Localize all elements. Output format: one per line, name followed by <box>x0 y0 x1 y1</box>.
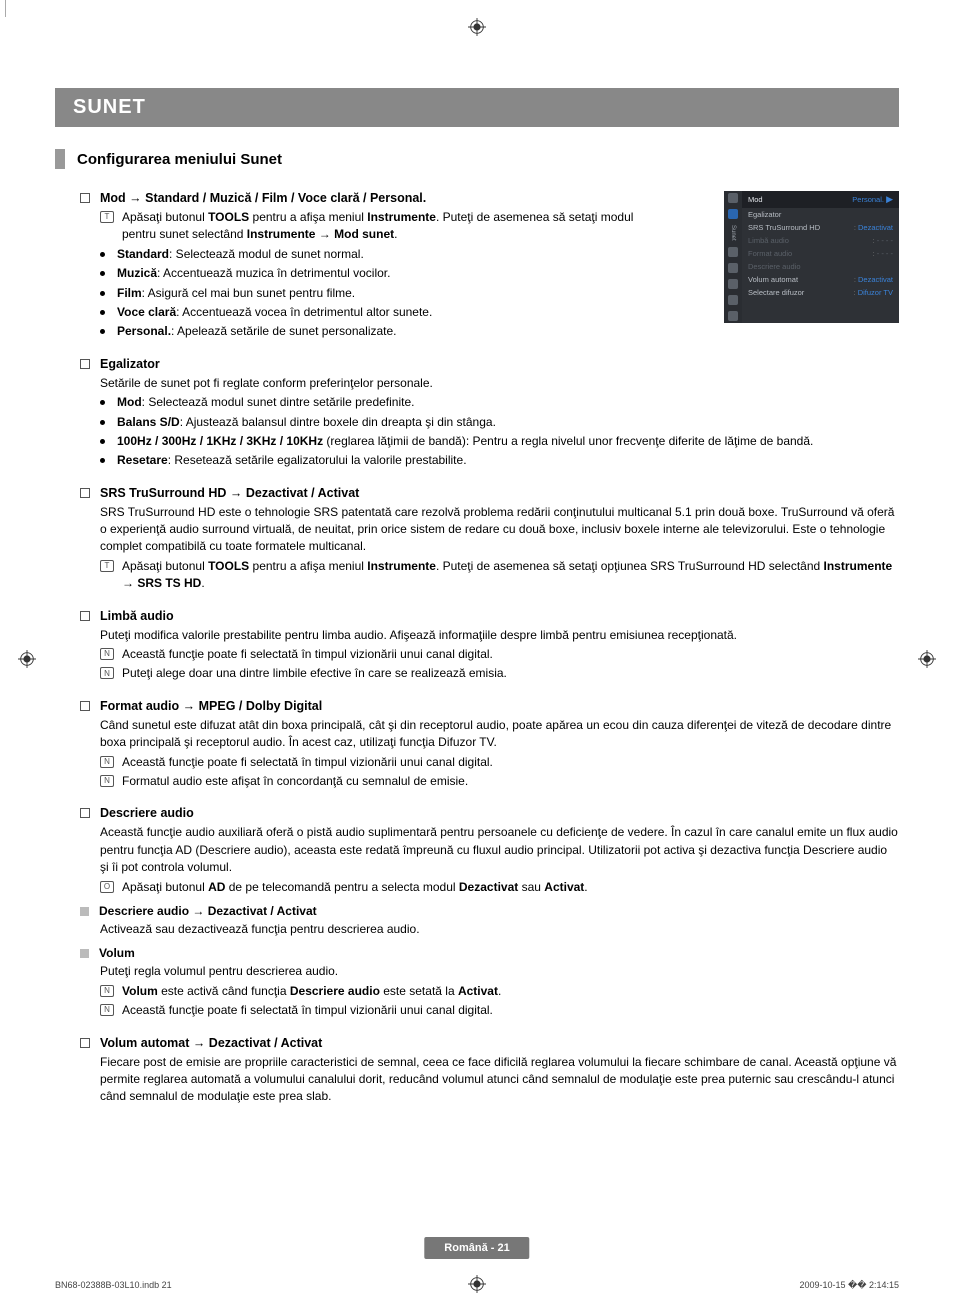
paragraph: Setările de sunet pot fi reglate conform… <box>100 375 899 392</box>
tools-icon: T <box>100 560 114 572</box>
sub-heading-srs: SRS TruSurround HD → Dezactivat / Activa… <box>100 486 359 500</box>
square-bullet-icon <box>80 808 90 818</box>
bullet-text: 100Hz / 300Hz / 1KHz / 3KHz / 10KHz (reg… <box>117 433 899 450</box>
dot-bullet-icon <box>100 439 105 444</box>
sub-heading-volauto: Volum automat → Dezactivat / Activat <box>100 1036 322 1050</box>
bullet-text: Film: Asigură cel mai bun sunet pentru f… <box>117 285 670 302</box>
square-bullet-icon <box>80 193 90 203</box>
paragraph: Fiecare post de emisie are propriile car… <box>100 1054 899 1106</box>
dot-bullet-icon <box>100 329 105 334</box>
dot-bullet-icon <box>100 420 105 425</box>
dot-bullet-icon <box>100 310 105 315</box>
osd-side-label: Sunet <box>730 225 736 241</box>
sub-heading-mod: Mod → Standard / Muzică / Film / Voce cl… <box>100 191 426 205</box>
note-icon: N <box>100 775 114 787</box>
page-number-badge: Română - 21 <box>424 1237 529 1259</box>
bullet-text: Standard: Selectează modul de sunet norm… <box>117 246 670 263</box>
note-text: Apăsaţi butonul AD de pe telecomandă pen… <box>122 879 899 896</box>
page-banner: SUNET <box>55 88 899 127</box>
footer-file: BN68-02388B-03L10.indb 21 <box>55 1280 172 1291</box>
sub-heading-descriere: Descriere audio <box>100 806 194 820</box>
note-text: Puteţi alege doar una dintre limbile efe… <box>122 665 899 682</box>
bullet-text: Voce clară: Accentuează vocea în detrime… <box>117 304 670 321</box>
note-icon: N <box>100 1004 114 1016</box>
osd-top-key: Mod <box>748 195 763 204</box>
tools-icon: T <box>100 211 114 223</box>
paragraph: Când sunetul este difuzat atât din boxa … <box>100 717 899 752</box>
paragraph: Activează sau dezactivează funcţia pentr… <box>100 921 899 938</box>
osd-icon <box>728 193 738 203</box>
paragraph: Puteţi modifica valorile prestabilite pe… <box>100 627 899 644</box>
osd-icon-selected <box>728 209 738 219</box>
note-text: Această funcţie poate fi selectată în ti… <box>122 646 899 663</box>
square-bullet-icon <box>80 611 90 621</box>
osd-row: SRS TruSurround HDDezactivat <box>742 221 899 234</box>
note-text: Apăsaţi butonul TOOLS pentru a afişa men… <box>122 558 899 593</box>
bullet-text: Mod: Selectează modul sunet dintre setăr… <box>117 394 899 411</box>
bullet-text: Balans S/D: Ajustează balansul dintre bo… <box>117 414 899 431</box>
osd-row: Volum automatDezactivat <box>742 273 899 286</box>
note-text: Această funcţie poate fi selectată în ti… <box>122 754 899 771</box>
osd-row: Egalizator <box>742 208 899 221</box>
section-bar-icon <box>55 149 65 169</box>
sub2-heading: Descriere audio → Dezactivat / Activat <box>99 904 317 918</box>
dot-bullet-icon <box>100 458 105 463</box>
note-icon: N <box>100 756 114 768</box>
footer-timestamp: 2009-10-15 �� 2:14:15 <box>799 1280 899 1291</box>
dot-bullet-icon <box>100 252 105 257</box>
small-square-bullet-icon <box>80 907 89 916</box>
dot-bullet-icon <box>100 291 105 296</box>
bullet-text: Resetare: Resetează setările egalizatoru… <box>117 452 899 469</box>
osd-icon <box>728 263 738 273</box>
note-icon: N <box>100 648 114 660</box>
sub-heading-egalizator: Egalizator <box>100 357 160 371</box>
crop-mark <box>5 0 6 17</box>
square-bullet-icon <box>80 359 90 369</box>
dot-bullet-icon <box>100 400 105 405</box>
remote-icon: O <box>100 881 114 893</box>
osd-top-value: Personal. <box>852 195 884 204</box>
note-icon: N <box>100 667 114 679</box>
square-bullet-icon <box>80 701 90 711</box>
osd-row: Limbă audio- - - - <box>742 234 899 247</box>
registration-mark-icon <box>18 650 36 668</box>
osd-icon <box>728 279 738 289</box>
bullet-text: Personal.: Apelează setările de sunet pe… <box>117 323 670 340</box>
square-bullet-icon <box>80 488 90 498</box>
paragraph: SRS TruSurround HD este o tehnologie SRS… <box>100 504 899 556</box>
section-title: Configurarea meniului Sunet <box>77 151 282 168</box>
sub-heading-format: Format audio → MPEG / Dolby Digital <box>100 699 322 713</box>
registration-mark-icon <box>918 650 936 668</box>
sub-heading-limba: Limbă audio <box>100 609 174 623</box>
osd-icon <box>728 311 738 321</box>
dot-bullet-icon <box>100 271 105 276</box>
osd-row: Selectare difuzorDifuzor TV <box>742 286 899 299</box>
note-text: Formatul audio este afişat în concordanţ… <box>122 773 899 790</box>
small-square-bullet-icon <box>80 949 89 958</box>
osd-preview: Sunet Mod Personal. ▶ EgalizatorSRS TruS… <box>724 191 899 323</box>
note-icon: N <box>100 985 114 997</box>
paragraph: Această funcţie audio auxiliară oferă o … <box>100 824 899 876</box>
note-text: Apăsaţi butonul TOOLS pentru a afişa men… <box>122 209 670 244</box>
paragraph: Puteţi regla volumul pentru descrierea a… <box>100 963 899 980</box>
square-bullet-icon <box>80 1038 90 1048</box>
registration-mark-icon <box>468 18 486 36</box>
chevron-right-icon: ▶ <box>886 194 893 204</box>
sub2-heading: Volum <box>99 946 135 960</box>
note-text: Volum este activă când funcţia Descriere… <box>122 983 899 1000</box>
osd-icon <box>728 295 738 305</box>
bullet-text: Muzică: Accentuează muzica în detrimentu… <box>117 265 670 282</box>
note-text: Această funcţie poate fi selectată în ti… <box>122 1002 899 1019</box>
osd-row: Format audio- - - - <box>742 247 899 260</box>
osd-row: Descriere audio <box>742 260 899 273</box>
osd-icon <box>728 247 738 257</box>
